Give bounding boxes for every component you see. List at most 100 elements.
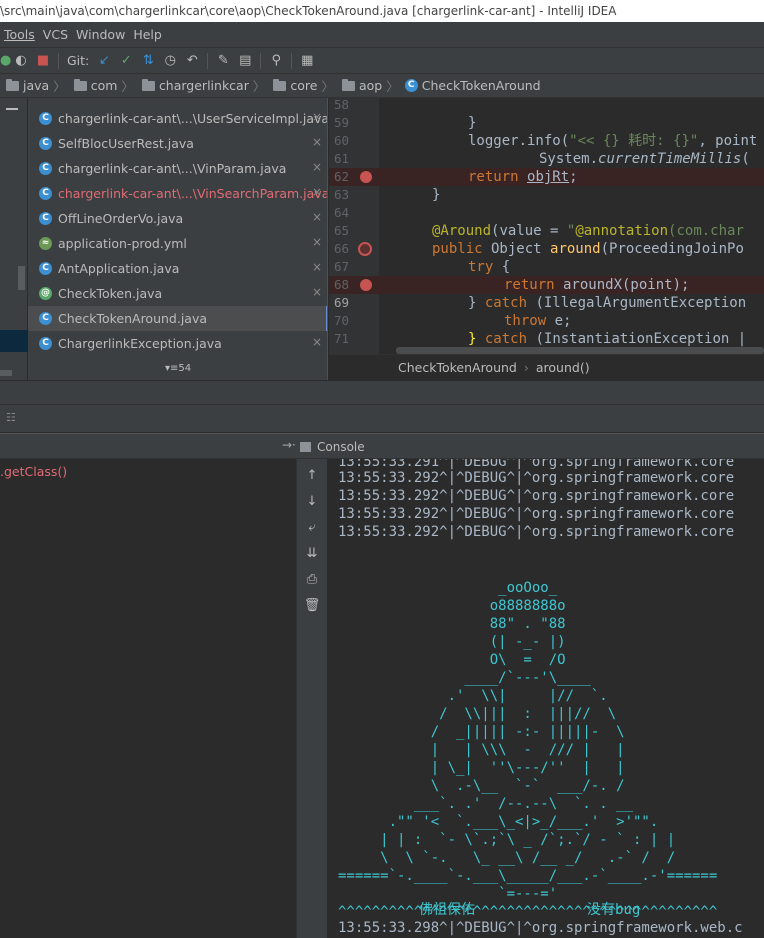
line-number: 69 <box>333 295 349 310</box>
list-item[interactable]: C ChargerlinkException.java × <box>28 331 327 356</box>
class-icon: C <box>39 312 52 325</box>
crumb-label: chargerlinkcar <box>158 78 249 93</box>
crumb-java[interactable]: java 〉 <box>0 76 68 95</box>
code-editor[interactable]: 58 59} 60 logger.info("<< {} 耗时: {}", poi… <box>329 98 764 354</box>
yaml-icon: ≈ <box>39 237 52 250</box>
crumb-com[interactable]: com 〉 <box>68 76 136 95</box>
settings-wrench-icon[interactable]: ✎ <box>212 50 234 72</box>
close-icon[interactable]: × <box>312 260 322 274</box>
close-icon[interactable]: × <box>312 210 322 224</box>
code-line-breakpoint: 68 return aroundX(point); <box>329 276 764 294</box>
menu-help[interactable]: Help <box>129 27 166 42</box>
art-line: .' \\| |// `. <box>338 688 608 704</box>
art-line: O\ = /O <box>338 652 566 668</box>
search-icon[interactable]: ⚲ <box>265 50 287 72</box>
list-item[interactable]: C chargerlink-car-ant\...\UserServiceImp… <box>28 106 327 131</box>
list-item[interactable]: C chargerlink-car-ant\...\VinParam.java … <box>28 156 327 181</box>
project-structure-icon[interactable]: ▤ <box>234 50 256 72</box>
list-item[interactable]: C SelfBlocUserRest.java × <box>28 131 327 156</box>
art-line: | | \\\ - /// | | <box>338 742 625 758</box>
frame-item[interactable]: .getClass() <box>0 464 67 479</box>
menu-tools[interactable]: Tools <box>0 27 39 42</box>
menu-window[interactable]: Window <box>72 27 129 42</box>
pin-arrow-icon[interactable]: →· <box>282 438 296 452</box>
console-toolbar: ↑ ↓ ⤶ ⇊ ⎙ 🗑 <box>297 459 327 938</box>
navigation-bar: java 〉 com 〉 chargerlinkcar 〉 core 〉 aop 〉 CC… <box>0 74 764 98</box>
recent-files-list: C chargerlink-car-ant\...\UserServiceImp… <box>28 98 328 380</box>
list-item[interactable]: @ CheckToken.java × <box>28 281 327 306</box>
crumb-chargerlinkcar[interactable]: chargerlinkcar 〉 <box>136 76 267 95</box>
art-line: 88" . "88 <box>338 616 566 632</box>
history-icon[interactable]: ◷ <box>159 50 181 72</box>
code-line: 71} catch (InstantiationException | <box>329 330 764 348</box>
file-name: AntApplication.java <box>58 261 180 276</box>
rollback-icon[interactable]: ↶ <box>181 50 203 72</box>
code-line: 70 throw e; <box>329 312 764 330</box>
code-line: 69} catch (IllegalArgumentException <box>329 294 764 312</box>
menu-vcs[interactable]: VCS <box>39 27 72 42</box>
close-icon[interactable]: × <box>312 185 322 199</box>
blessing-left: 佛祖保佑 <box>419 902 475 918</box>
close-icon[interactable]: × <box>312 335 322 349</box>
folder-icon <box>73 78 87 91</box>
close-icon[interactable]: × <box>312 135 322 149</box>
art-line: o8888888o <box>338 598 566 614</box>
toolbar-separator <box>291 52 293 69</box>
clear-trash-icon[interactable]: 🗑 <box>303 597 321 615</box>
line-number: 59 <box>333 115 349 130</box>
art-line: ___`. .' /--.--\ `. . __ <box>338 796 634 812</box>
collapse-icon[interactable] <box>6 108 18 110</box>
crumb-core[interactable]: core 〉 <box>267 76 336 95</box>
soft-wrap-icon[interactable]: ⤶ <box>303 519 321 537</box>
ascii-art-banner: _ooOoo_ o8888888o 88" . "88 (| -_- |) O\… <box>338 561 717 921</box>
run-icon[interactable]: ● <box>0 50 11 72</box>
console-icon <box>300 442 311 452</box>
scrollbar-thumb[interactable] <box>18 266 25 290</box>
code-line: 65 @Around(value = "@annotation(com.char <box>329 222 764 240</box>
breakpoint-icon[interactable] <box>360 171 372 183</box>
close-icon[interactable]: × <box>312 235 322 249</box>
more-files-indicator[interactable]: ▾≡54 <box>28 358 327 380</box>
git-update-icon[interactable]: ↙ <box>93 50 115 72</box>
stop-icon[interactable]: ■ <box>32 50 54 72</box>
scrollbar-thumb[interactable] <box>0 370 12 376</box>
art-line: \ \ `-. \_ __\ /__ _/ .-` / / <box>338 850 676 866</box>
tab-console[interactable]: Console <box>300 434 365 460</box>
list-item[interactable]: ≈ application-prod.yml × <box>28 231 327 256</box>
horizontal-scrollbar[interactable] <box>396 347 764 354</box>
git-push-icon[interactable]: ⇅ <box>137 50 159 72</box>
arrow-down-icon[interactable]: ↓ <box>303 493 321 511</box>
git-commit-icon[interactable]: ✓ <box>115 50 137 72</box>
list-item[interactable]: C OffLineOrderVo.java × <box>28 206 327 231</box>
list-item-selected[interactable]: C CheckTokenAround.java <box>28 306 327 331</box>
line-number: 71 <box>333 331 349 346</box>
art-line: \ .-\__ `-` ___/-. / <box>338 778 625 794</box>
blessing-right: 没有bug <box>587 902 641 918</box>
file-name: chargerlink-car-ant\...\VinSearchParam.j… <box>58 186 328 201</box>
class-icon: C <box>39 162 52 175</box>
layout-icon[interactable]: ☷ <box>6 411 16 424</box>
list-item[interactable]: C chargerlink-car-ant\...\VinSearchParam… <box>28 181 328 206</box>
line-number: 61 <box>333 151 349 166</box>
crumb-aop[interactable]: aop 〉 <box>336 76 401 95</box>
breadcrumb-class[interactable]: CheckTokenAround <box>398 360 517 375</box>
advice-marker-icon[interactable] <box>358 242 372 256</box>
close-icon[interactable]: × <box>312 110 322 124</box>
scroll-to-end-icon[interactable]: ⇊ <box>303 545 321 563</box>
line-number: 63 <box>333 187 349 202</box>
arrow-up-icon[interactable]: ↑ <box>303 467 321 485</box>
close-icon[interactable]: × <box>312 285 322 299</box>
list-item[interactable]: C AntApplication.java × <box>28 256 327 281</box>
git-label: Git: <box>67 53 90 68</box>
breadcrumb-method[interactable]: around() <box>536 360 590 375</box>
log-line: 13:55:33.292^|^DEBUG^|^org.springframewo… <box>338 488 735 504</box>
coverage-icon[interactable]: ◐ <box>10 50 32 72</box>
breakpoint-icon[interactable] <box>360 279 372 291</box>
console-output[interactable]: 13:55:33.291^|^DEBUG^|^org.springframewo… <box>327 459 764 938</box>
crumb-file[interactable]: C CheckTokenAround <box>404 78 543 93</box>
line-number: 66 <box>333 241 349 256</box>
print-icon[interactable]: ⎙ <box>303 571 321 589</box>
close-icon[interactable]: × <box>312 160 322 174</box>
event-log-icon[interactable]: ▦ <box>296 50 318 72</box>
chevron-right-icon: 〉 <box>386 79 399 94</box>
